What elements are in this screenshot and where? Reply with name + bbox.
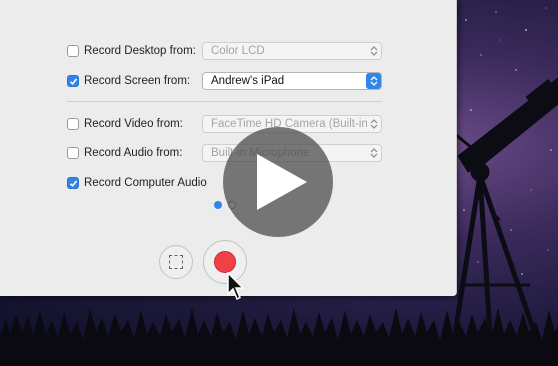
select-arrows-icon: [367, 145, 380, 161]
record-desktop-select-value: Color LCD: [211, 45, 265, 57]
region-select-icon: [169, 255, 183, 269]
option-record-desktop: Record Desktop from:: [67, 41, 196, 61]
record-screen-select-value: Andrew's iPad: [211, 75, 285, 87]
select-arrows-icon: [367, 116, 380, 132]
select-arrows-icon: [366, 73, 381, 89]
record-audio-checkbox[interactable]: [67, 147, 79, 159]
record-screen-checkbox[interactable]: [67, 75, 79, 87]
checkmark-icon: [69, 179, 77, 187]
option-record-audio: Record Audio from:: [67, 143, 182, 163]
record-icon: [214, 251, 236, 273]
checkmark-icon: [69, 77, 77, 85]
play-video-button[interactable]: [223, 127, 333, 237]
mouse-cursor-icon: [227, 272, 245, 301]
record-computer-audio-checkbox[interactable]: [67, 177, 79, 189]
page-dot-1[interactable]: [214, 201, 222, 209]
option-record-video: Record Video from:: [67, 114, 183, 134]
option-record-computer-audio: Record Computer Audio: [67, 173, 207, 193]
record-computer-audio-label: Record Computer Audio: [84, 177, 207, 189]
record-audio-label: Record Audio from:: [84, 147, 183, 159]
record-screen-label: Record Screen from:: [84, 75, 191, 87]
select-arrows-icon: [367, 43, 380, 59]
record-video-checkbox[interactable]: [67, 118, 79, 130]
record-desktop-select[interactable]: Color LCD: [202, 42, 382, 60]
record-screen-select[interactable]: Andrew's iPad: [202, 72, 382, 90]
option-record-screen: Record Screen from:: [67, 71, 190, 91]
section-divider: [67, 101, 382, 102]
record-desktop-checkbox[interactable]: [67, 45, 79, 57]
region-select-button[interactable]: [159, 245, 193, 279]
record-video-label: Record Video from:: [84, 118, 183, 130]
record-desktop-label: Record Desktop from:: [84, 45, 196, 57]
grass-silhouette: [0, 308, 558, 366]
recording-options-panel: Record Desktop from: Color LCD Record Sc…: [0, 0, 457, 296]
play-icon: [257, 154, 307, 210]
